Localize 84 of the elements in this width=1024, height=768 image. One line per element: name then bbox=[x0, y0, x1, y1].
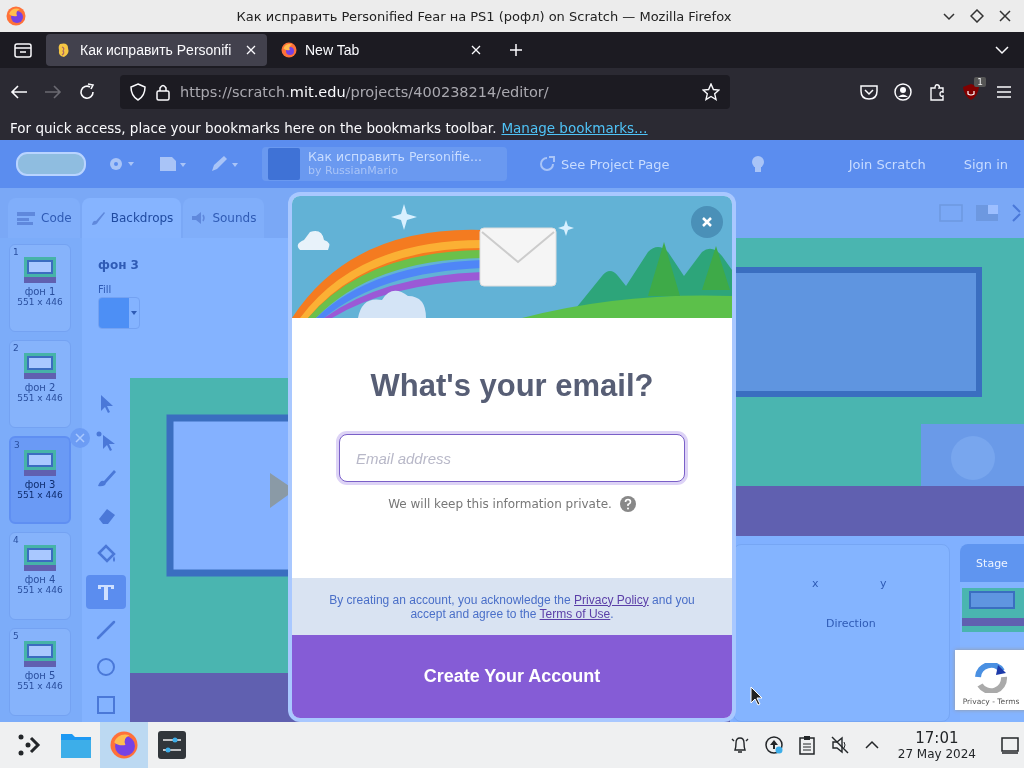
backdrop-thumbnail-drawing bbox=[24, 641, 56, 667]
see-inside-icon bbox=[539, 156, 555, 172]
email-input-field[interactable]: Email address bbox=[339, 434, 685, 482]
y-label: y bbox=[880, 577, 887, 590]
address-bar[interactable]: https://scratch.mit.edu/projects/400238214/editor/ bbox=[120, 74, 730, 109]
close-icon[interactable] bbox=[998, 9, 1012, 23]
editor-tab[interactable]: Backdrops bbox=[81, 198, 182, 238]
extensions-icon[interactable] bbox=[928, 82, 946, 101]
tab-list-icon[interactable] bbox=[14, 42, 32, 58]
x-label: x bbox=[812, 577, 819, 590]
backdrop-number: 3 bbox=[14, 440, 20, 450]
caret-icon bbox=[131, 311, 137, 315]
new-tab-icon[interactable] bbox=[509, 43, 523, 57]
privacy-note: We will keep this information private. bbox=[388, 497, 612, 511]
backdrop-number: 2 bbox=[13, 343, 19, 353]
help-icon[interactable] bbox=[619, 496, 636, 512]
backdrop-size: 551 x 446 bbox=[17, 297, 63, 307]
show-desktop-icon[interactable] bbox=[1000, 735, 1020, 755]
code-icon bbox=[16, 211, 36, 225]
back-icon[interactable] bbox=[10, 83, 28, 100]
close-icon bbox=[701, 216, 713, 228]
backdrop-card[interactable]: 4 фон 4 551 x 446 bbox=[9, 532, 71, 620]
fill-label: Fill bbox=[98, 284, 113, 295]
window-title: Как исправить Personified Fear на PS1 (рофл) on Scratch — Mozilla Firefox bbox=[235, 8, 733, 24]
backdrop-number: 5 bbox=[13, 631, 19, 641]
menu-icon[interactable] bbox=[996, 84, 1012, 99]
reload-icon[interactable] bbox=[78, 82, 96, 101]
editor-tab[interactable]: Code bbox=[8, 198, 80, 238]
bookmark-star-icon[interactable] bbox=[702, 82, 720, 101]
create-account-button[interactable]: Create Your Account bbox=[292, 635, 732, 718]
backdrop-thumbnail-drawing bbox=[24, 257, 56, 283]
pocket-icon[interactable] bbox=[860, 83, 878, 100]
backdrop-card[interactable]: 3 фон 3 551 x 446 bbox=[9, 436, 71, 524]
shield-icon[interactable] bbox=[130, 82, 146, 101]
extension-badge: 1 bbox=[974, 76, 986, 87]
browser-tab[interactable]: New Tab bbox=[271, 34, 492, 66]
speaker-icon bbox=[191, 211, 208, 225]
recaptcha-icon bbox=[974, 663, 1008, 693]
update-icon[interactable] bbox=[763, 735, 784, 755]
project-title-field[interactable]: Как исправить Personifie... by RussianMario bbox=[262, 147, 507, 181]
brush-icon bbox=[89, 210, 106, 226]
account-icon[interactable] bbox=[894, 82, 912, 101]
see-project-page-link[interactable]: See Project Page bbox=[561, 156, 670, 172]
backdrop-size: 551 x 446 bbox=[17, 681, 63, 691]
backdrop-thumbnail-drawing bbox=[24, 450, 56, 476]
backdrop-name: фон 4 bbox=[24, 574, 56, 585]
browser-tab[interactable]: Как исправить Personifi bbox=[46, 34, 267, 66]
shield-extension-icon[interactable] bbox=[962, 82, 980, 101]
bookmarks-hint: For quick access, place your bookmarks here on the bookmarks toolbar. bbox=[10, 119, 497, 136]
legal-link[interactable]: Privacy Policy bbox=[574, 592, 649, 607]
backdrop-thumbnail-drawing bbox=[24, 353, 56, 379]
editor-tab[interactable]: Sounds bbox=[183, 198, 265, 238]
backdrop-name: фон 1 bbox=[24, 286, 56, 297]
sliders-icon bbox=[158, 731, 186, 759]
firefox-icon bbox=[281, 42, 297, 58]
manage-bookmarks-link[interactable]: Manage bookmarks… bbox=[501, 119, 648, 136]
backdrop-size: 551 x 446 bbox=[17, 585, 63, 595]
fill-color-picker[interactable] bbox=[98, 297, 140, 329]
backdrop-name: фон 2 bbox=[24, 382, 56, 393]
direction-label: Direction bbox=[826, 617, 876, 630]
backdrop-card[interactable]: 5 фон 5 551 x 446 bbox=[9, 628, 71, 716]
clock[interactable]: 17:01 27 May 2024 bbox=[897, 729, 976, 761]
backdrop-card[interactable]: 2 фон 2 551 x 446 bbox=[9, 340, 71, 428]
join-scratch-link[interactable]: Join Scratch bbox=[848, 156, 926, 172]
folder-icon bbox=[60, 731, 92, 759]
lock-icon bbox=[156, 82, 170, 101]
backdrop-number: 1 bbox=[13, 247, 19, 257]
sign-in-link[interactable]: Sign in bbox=[963, 156, 1008, 172]
firefox-icon[interactable] bbox=[6, 6, 26, 26]
dialog-title: What's your email? bbox=[370, 368, 654, 404]
backdrop-name: фон 5 bbox=[24, 670, 56, 681]
clipboard-icon[interactable] bbox=[797, 735, 816, 755]
backdrop-card[interactable]: 1 фон 1 551 x 446 bbox=[9, 244, 71, 332]
backdrop-thumbnail-drawing bbox=[24, 545, 56, 571]
firefox-icon bbox=[110, 731, 138, 759]
stage-header: Stage bbox=[960, 544, 1024, 582]
legal-notice: By creating an account, you acknowledge the Privacy Policy and you accept and agree to the Terms of Use. bbox=[328, 592, 696, 621]
backdrop-name: фон 3 bbox=[24, 479, 56, 490]
bell-icon[interactable] bbox=[729, 735, 750, 755]
backdrop-size: 551 x 446 bbox=[17, 393, 63, 403]
backdrop-number: 4 bbox=[13, 535, 19, 545]
speaker-muted-icon[interactable] bbox=[829, 735, 850, 755]
mouse-pointer-icon bbox=[750, 686, 764, 706]
backdrop-size: 551 x 446 bbox=[17, 490, 63, 500]
